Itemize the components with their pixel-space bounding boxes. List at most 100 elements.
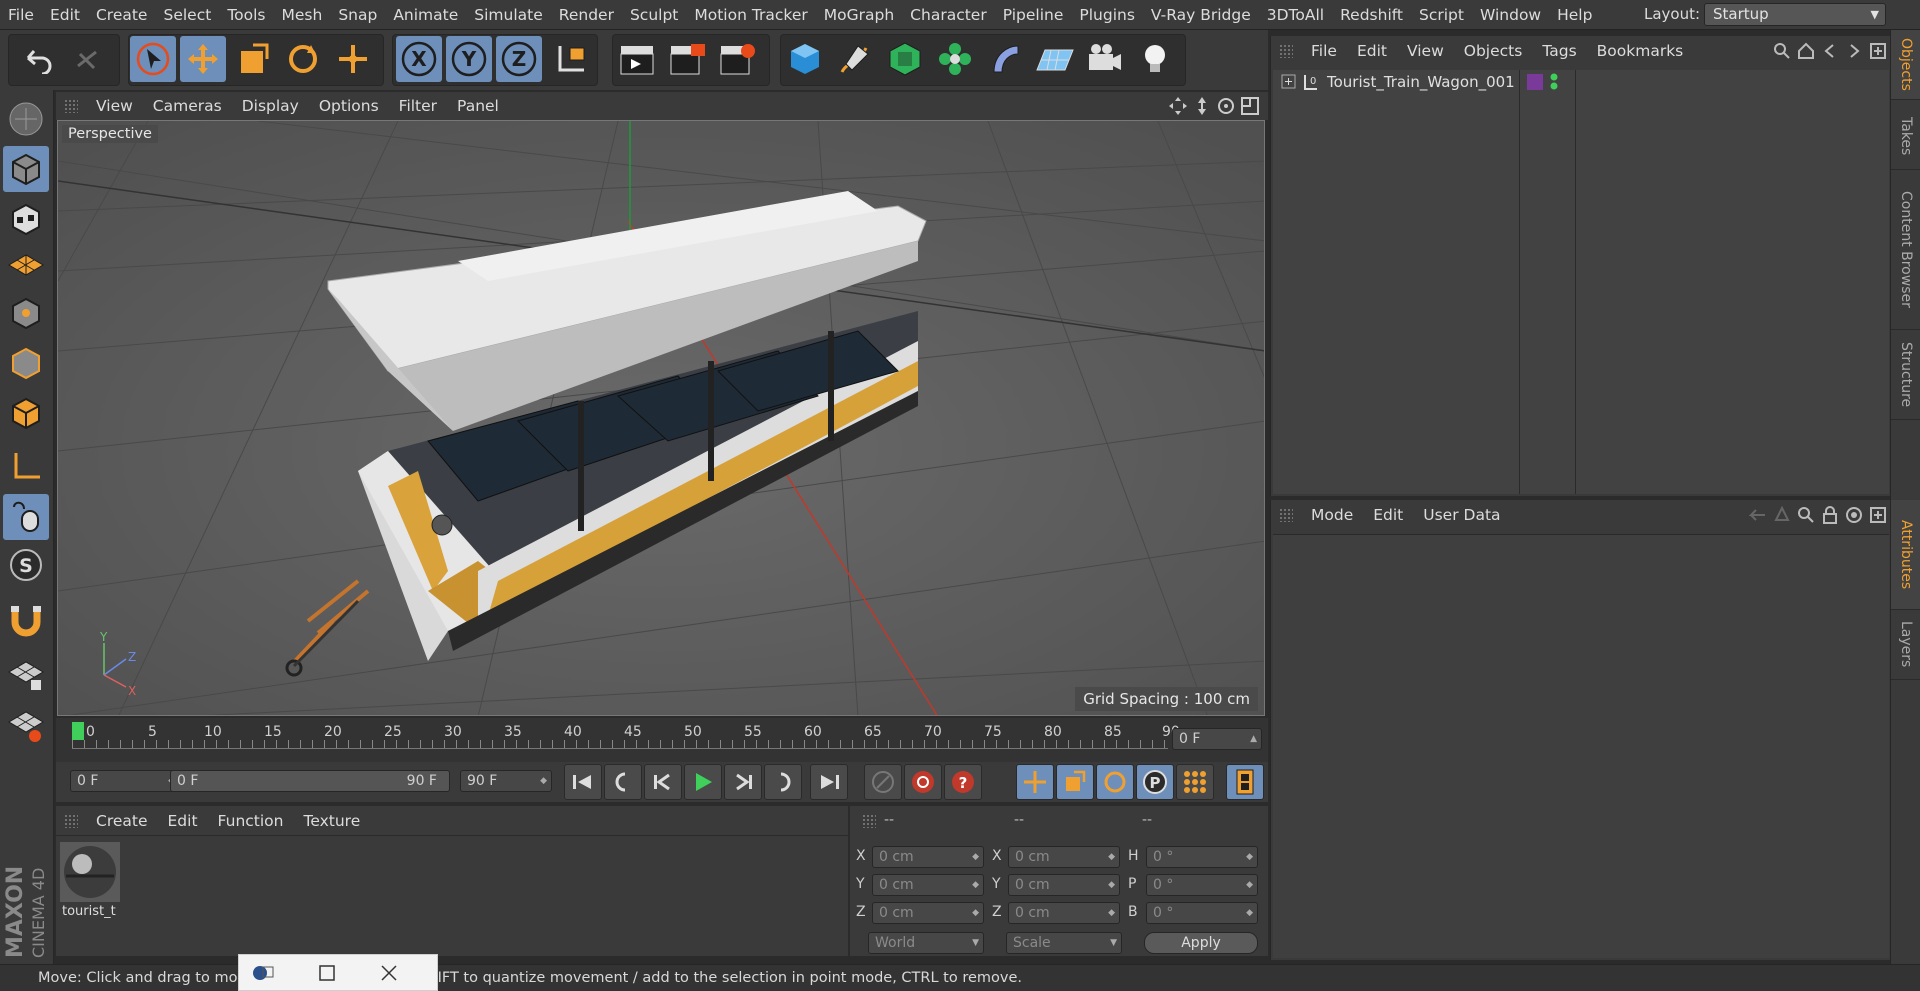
edges-mode-button[interactable]: [3, 340, 49, 386]
material-menu-texture[interactable]: Texture: [293, 812, 370, 830]
range-slider[interactable]: 0 F 90 F: [170, 770, 450, 792]
zoom-view-icon[interactable]: [1192, 96, 1212, 116]
menu-edit[interactable]: Edit: [42, 6, 88, 24]
cube-button[interactable]: [782, 36, 828, 82]
camera-button[interactable]: [1082, 36, 1128, 82]
tab-takes[interactable]: Takes: [1891, 104, 1920, 170]
menu-mograph[interactable]: MoGraph: [816, 6, 902, 24]
record-keys-button[interactable]: [864, 764, 902, 800]
tweak-mode-button[interactable]: [3, 494, 49, 540]
points-mode-button[interactable]: [3, 290, 49, 336]
tab-layers[interactable]: Layers: [1891, 610, 1920, 680]
new-panel-icon[interactable]: [1869, 42, 1887, 60]
z-axis-lock-button[interactable]: Z: [496, 36, 542, 82]
attribute-menu-user-data[interactable]: User Data: [1413, 506, 1510, 524]
menu-motion-tracker[interactable]: Motion Tracker: [686, 6, 815, 24]
model-mode-button[interactable]: [3, 146, 49, 192]
maximize-icon[interactable]: [317, 963, 337, 983]
object-menu-edit[interactable]: Edit: [1347, 42, 1397, 60]
position-y-field[interactable]: 0 cm ◆: [872, 874, 984, 896]
maximize-view-icon[interactable]: [1240, 96, 1260, 116]
menu-redshift[interactable]: Redshift: [1332, 6, 1411, 24]
panel-grip-icon[interactable]: [1279, 508, 1293, 522]
key-rotation-button[interactable]: [1096, 764, 1134, 800]
viewport-camera-label[interactable]: Perspective: [62, 125, 158, 143]
menu-select[interactable]: Select: [155, 6, 219, 24]
arrow-left-icon[interactable]: [1821, 42, 1839, 60]
material-menu-edit[interactable]: Edit: [158, 812, 208, 830]
search-icon[interactable]: [1773, 42, 1791, 60]
menu-file[interactable]: File: [0, 6, 42, 24]
cinema4d-app-icon[interactable]: [251, 963, 275, 983]
layer-color-swatch[interactable]: [1527, 74, 1543, 90]
object-row[interactable]: 0 Tourist_Train_Wagon_001: [1273, 70, 1889, 94]
axis-mode-button[interactable]: [3, 444, 49, 490]
y-axis-lock-button[interactable]: Y: [446, 36, 492, 82]
locked-workplane-button[interactable]: [3, 652, 49, 698]
orbit-view-icon[interactable]: [1216, 96, 1236, 116]
visibility-dots-icon[interactable]: [1549, 72, 1559, 96]
undo-button[interactable]: [14, 36, 60, 82]
timeline-playhead[interactable]: [72, 722, 84, 740]
timeline-ruler[interactable]: 0 5 10 15 20 25 30 35 40 45 50 55 60 65 …: [72, 718, 1180, 758]
object-menu-objects[interactable]: Objects: [1454, 42, 1533, 60]
start-frame-field[interactable]: 0 F ◆: [70, 770, 180, 792]
pan-view-icon[interactable]: [1168, 96, 1188, 116]
lock-icon[interactable]: [1821, 506, 1839, 524]
deformer-button[interactable]: [982, 36, 1028, 82]
material-swatch[interactable]: tourist_t: [60, 842, 120, 924]
menu-character[interactable]: Character: [902, 6, 995, 24]
arrow-back-icon[interactable]: [1749, 506, 1767, 524]
render-region-button[interactable]: [664, 36, 710, 82]
menu-plugins[interactable]: Plugins: [1071, 6, 1143, 24]
size-z-field[interactable]: 0 cm ◆: [1008, 902, 1120, 924]
next-keyframe-button[interactable]: [764, 764, 802, 800]
planar-workplane-button[interactable]: [3, 702, 49, 748]
key-scale-button[interactable]: [1056, 764, 1094, 800]
viewport-menu-cameras[interactable]: Cameras: [143, 97, 232, 115]
menu-vray-bridge[interactable]: V-Ray Bridge: [1143, 6, 1259, 24]
menu-simulate[interactable]: Simulate: [466, 6, 551, 24]
x-axis-lock-button[interactable]: X: [396, 36, 442, 82]
solo-button[interactable]: S: [3, 542, 49, 588]
arrow-up-icon[interactable]: [1773, 506, 1791, 524]
tab-objects[interactable]: Objects: [1891, 30, 1920, 100]
pen-tool-button[interactable]: [832, 36, 878, 82]
floor-button[interactable]: [1032, 36, 1078, 82]
light-button[interactable]: [1132, 36, 1178, 82]
transform-tool-button[interactable]: [330, 36, 376, 82]
key-parameter-button[interactable]: P: [1136, 764, 1174, 800]
apply-button[interactable]: Apply: [1144, 932, 1258, 954]
menu-window[interactable]: Window: [1472, 6, 1549, 24]
render-view-button[interactable]: [614, 36, 660, 82]
menu-create[interactable]: Create: [88, 6, 156, 24]
viewport-menu-filter[interactable]: Filter: [389, 97, 447, 115]
polygons-mode-button[interactable]: [3, 390, 49, 436]
size-x-field[interactable]: 0 cm ◆: [1008, 846, 1120, 868]
target-icon[interactable]: [1845, 506, 1863, 524]
material-menu-function[interactable]: Function: [208, 812, 294, 830]
viewport-menu-panel[interactable]: Panel: [447, 97, 509, 115]
scale-tool-button[interactable]: [230, 36, 276, 82]
object-menu-tags[interactable]: Tags: [1532, 42, 1586, 60]
menu-render[interactable]: Render: [551, 6, 622, 24]
end-frame-field[interactable]: 90 F ◆: [460, 770, 552, 792]
texture-mode-button[interactable]: [3, 196, 49, 242]
home-icon[interactable]: [1797, 42, 1815, 60]
menu-script[interactable]: Script: [1411, 6, 1472, 24]
arrow-right-icon[interactable]: [1845, 42, 1863, 60]
perspective-viewport[interactable]: Y Z X Perspective Grid Spacing : 100 cm: [57, 120, 1265, 716]
viewport-menu-options[interactable]: Options: [309, 97, 389, 115]
size-mode-select[interactable]: Scale ▼: [1006, 932, 1122, 954]
key-position-button[interactable]: [1016, 764, 1054, 800]
redo-button[interactable]: [64, 36, 110, 82]
tab-content-browser[interactable]: Content Browser: [1891, 170, 1920, 330]
snap-button[interactable]: [3, 596, 49, 642]
material-menu-create[interactable]: Create: [86, 812, 158, 830]
coordinate-system-button[interactable]: [548, 36, 594, 82]
attribute-menu-edit[interactable]: Edit: [1363, 506, 1413, 524]
position-z-field[interactable]: 0 cm ◆: [872, 902, 984, 924]
move-tool-button[interactable]: [180, 36, 226, 82]
coordinate-mode-select[interactable]: World ▼: [868, 932, 984, 954]
panel-grip-icon[interactable]: [64, 99, 78, 113]
